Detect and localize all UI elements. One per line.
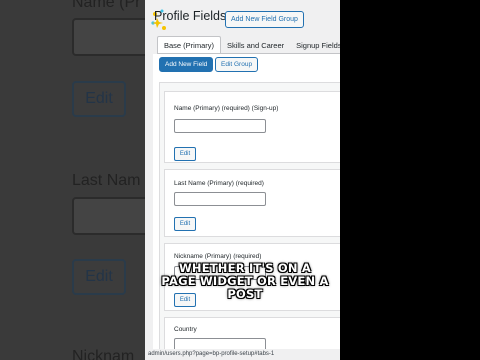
field-edit-button[interactable]: Edit [174, 147, 196, 161]
add-new-field-button[interactable]: Add New Field [159, 57, 214, 72]
tab-base-primary[interactable]: Base (Primary) [157, 36, 222, 54]
page-title: Profile Fields [154, 9, 227, 23]
edit-group-button[interactable]: Edit Group [215, 57, 259, 72]
field-group-tabs: Base (Primary) Skills and Career Signup … [157, 36, 340, 54]
bg-edit-button: Edit [72, 81, 126, 117]
field-preview-input[interactable] [174, 119, 266, 133]
field-label: Nickname (Primary) (required) [174, 253, 262, 260]
tab-skills-and-career[interactable]: Skills and Career [221, 36, 290, 54]
field-preview-input[interactable] [174, 192, 266, 206]
field-card-last-name[interactable]: Last Name (Primary) (required) Edit [164, 169, 340, 237]
field-label: Country [174, 326, 197, 333]
fields-list: Name (Primary) (required) (Sign-up) Edit… [159, 82, 340, 360]
status-url: admin/users.php?page=bp-profile-setup#ta… [145, 349, 340, 360]
bg-name-label: Name (Pr [72, 0, 141, 11]
tab-content: Add New Field Edit Group Name (Primary) … [153, 54, 340, 360]
bg-nickname-label: Nicknam [72, 348, 135, 360]
video-caption: WHETHER IT'S ON A PAGE WIDGET OR EVEN A … [161, 261, 329, 301]
bg-lastname-input [72, 197, 145, 235]
field-edit-button[interactable]: Edit [174, 217, 196, 231]
background-zoom: Name (Pr Edit Last Nam Edit Nicknam [0, 0, 145, 360]
bg-lastname-label: Last Nam [72, 172, 141, 189]
profile-fields-screen: Profile Fields Add New Field Group Base … [145, 0, 340, 360]
bg-edit-button-2: Edit [72, 259, 126, 295]
add-new-field-group-button[interactable]: Add New Field Group [225, 11, 304, 28]
background-right [340, 0, 480, 360]
field-label: Last Name (Primary) (required) [174, 180, 264, 187]
field-label: Name (Primary) (required) (Sign-up) [174, 105, 279, 112]
bg-name-input [72, 18, 145, 56]
field-card-name[interactable]: Name (Primary) (required) (Sign-up) Edit [164, 91, 340, 163]
tab-signup-fields[interactable]: Signup Fields [290, 36, 340, 54]
